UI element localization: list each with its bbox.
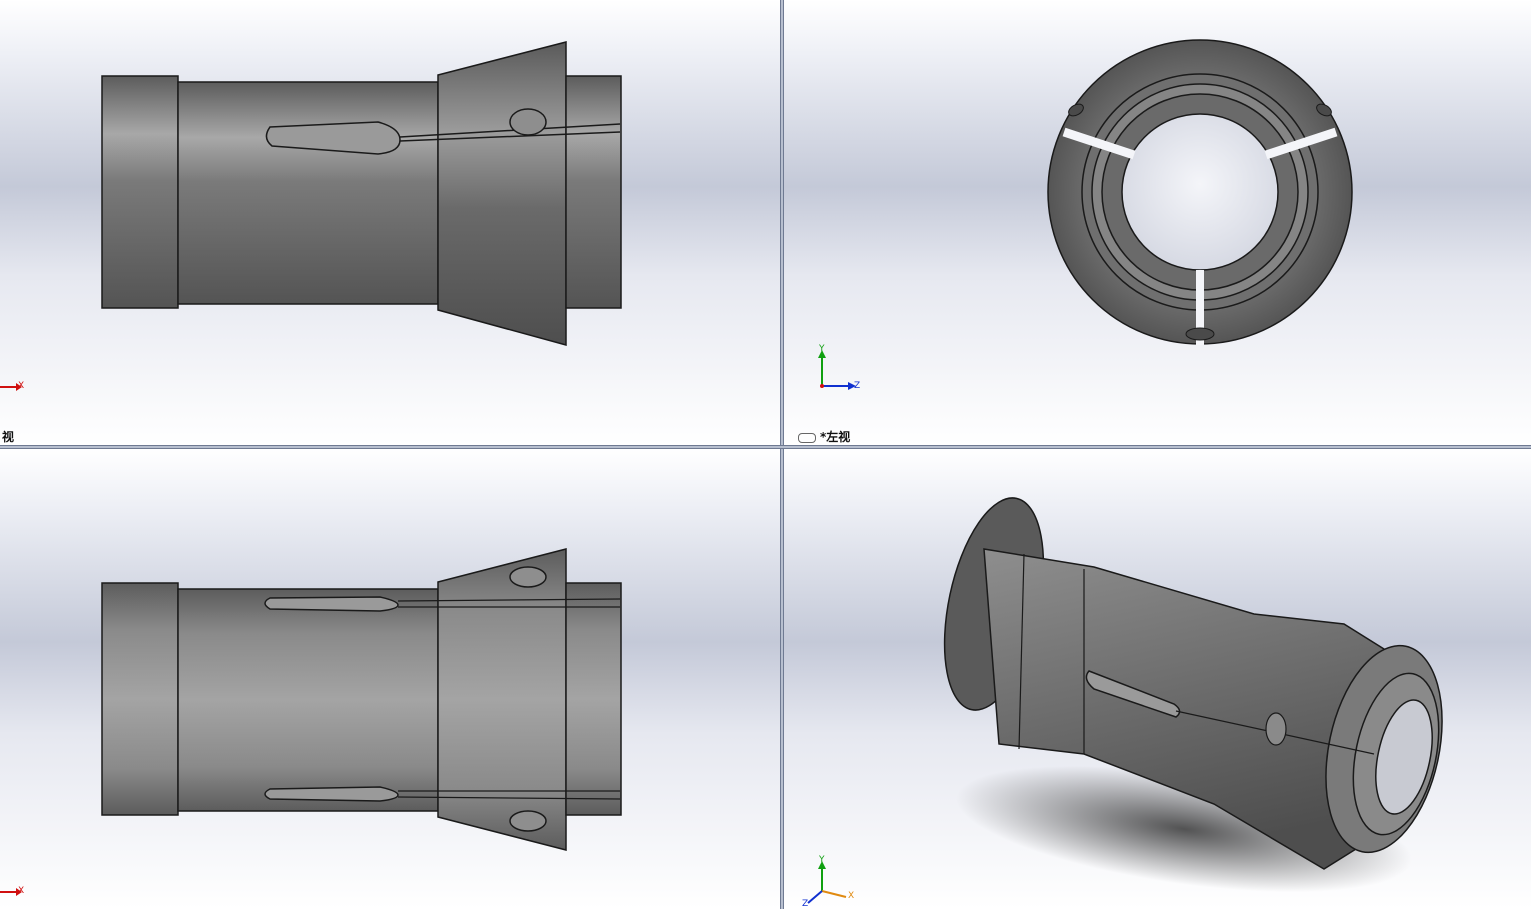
viewport-left[interactable]: Y Z *左视: [784, 0, 1531, 445]
z-axis-label: Z: [854, 381, 861, 391]
viewport-front[interactable]: X 视: [0, 0, 780, 445]
viewport-top[interactable]: X: [0, 449, 780, 909]
collet-top-view[interactable]: [0, 449, 780, 909]
view-label-left: *左视: [798, 428, 850, 445]
collet-front-view[interactable]: [0, 0, 780, 445]
collet-nose: [565, 582, 622, 816]
axis-triad-icon: X: [0, 380, 26, 397]
viewport-horizontal-splitter[interactable]: [0, 445, 1531, 449]
collet-isometric-view[interactable]: [784, 449, 1531, 909]
x-axis-label: X: [18, 381, 25, 391]
axis-triad-icon: Y Z: [814, 344, 864, 394]
collet-body: [177, 588, 439, 812]
axis-triad-icon: X: [0, 885, 26, 902]
link-icon[interactable]: [798, 432, 816, 443]
view-label-front: 视: [2, 430, 15, 444]
x-axis-label: X: [18, 886, 25, 896]
collet-nose: [565, 75, 622, 309]
collet-bore: [1121, 113, 1279, 271]
collet-cone: [437, 548, 567, 851]
collet-rear-band: [101, 582, 179, 816]
axis-triad-icon: Y X Z: [802, 855, 862, 909]
collet-left-view[interactable]: [784, 0, 1531, 445]
collet-rear-band: [101, 75, 179, 309]
collet-hole: [509, 108, 547, 136]
collet-cone: [437, 41, 567, 346]
z-axis-label: Z: [802, 899, 809, 909]
y-axis-label: Y: [819, 344, 825, 354]
collet-slot-lower: [264, 786, 399, 802]
viewport-vertical-splitter[interactable]: [780, 0, 784, 909]
y-axis-label: Y: [819, 855, 825, 865]
collet-slot-upper: [264, 596, 399, 612]
collet-body: [177, 81, 439, 305]
viewport-isometric[interactable]: Y X Z: [784, 449, 1531, 909]
x-axis-label: X: [848, 891, 855, 901]
